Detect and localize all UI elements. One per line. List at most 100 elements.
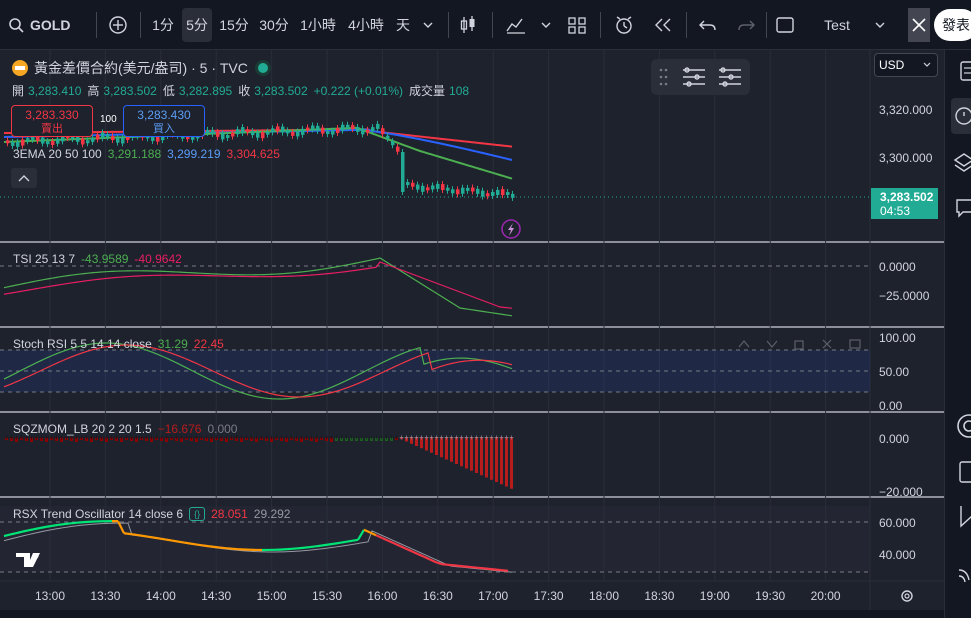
low-value: 3,282.895: [178, 83, 233, 98]
rsx-segment: [339, 540, 347, 544]
lightning-icon[interactable]: [501, 219, 521, 239]
broadcast-icon[interactable]: [958, 569, 970, 583]
object-tree-panel[interactable]: [651, 59, 750, 95]
candle: [221, 133, 225, 140]
replay-button[interactable]: [648, 8, 678, 42]
rsx-segment: [9, 532, 17, 536]
candle: [6, 140, 10, 144]
candle: [96, 134, 100, 140]
rsx-segment: [351, 538, 359, 542]
chart-type-button[interactable]: [454, 8, 482, 42]
candle: [111, 136, 115, 141]
buy-button[interactable]: 3,283.430 買入: [123, 105, 205, 137]
settings-icon[interactable]: [901, 590, 913, 602]
symbol-search-button[interactable]: GOLD: [8, 8, 70, 42]
chat-icon[interactable]: [956, 199, 971, 218]
indicators-button[interactable]: [500, 8, 532, 42]
rsx-segment: [195, 543, 203, 547]
layout-icon: [568, 17, 586, 34]
interval-1m[interactable]: 1分: [148, 8, 178, 42]
candle: [46, 141, 50, 145]
drawings-icon[interactable]: [683, 67, 705, 87]
rsx-segment: [483, 567, 491, 571]
source-code-icon[interactable]: {}: [189, 507, 206, 521]
interval-30m[interactable]: 30分: [256, 8, 292, 42]
sell-button[interactable]: 3,283.330 賣出: [11, 105, 93, 137]
sqz-bar: [470, 437, 473, 471]
rsx-segment: [189, 542, 197, 546]
candle: [241, 127, 245, 134]
interval-4h[interactable]: 4小時: [344, 8, 388, 42]
time-tick: 18:30: [644, 589, 674, 603]
candle: [76, 136, 80, 142]
pane-actions[interactable]: [738, 339, 861, 350]
interval-1h[interactable]: 1小時: [296, 8, 340, 42]
rsx-segment: [453, 564, 461, 568]
tsi-legend[interactable]: TSI 25 13 7 -43.9589 -40.9642: [13, 252, 182, 266]
stoch-legend[interactable]: Stoch RSI 5 5 14 14 close 31.29 22.45: [13, 337, 224, 351]
alert-button[interactable]: [608, 8, 640, 42]
watchlist-icon[interactable]: [960, 61, 971, 81]
clock-icon[interactable]: [951, 98, 971, 134]
main-pane[interactable]: [0, 50, 944, 242]
rsx-segment: [21, 529, 29, 533]
interval-dropdown[interactable]: [418, 8, 438, 42]
interval-1d[interactable]: 天: [392, 8, 414, 42]
candle: [21, 139, 25, 146]
right-sidebar: [944, 50, 971, 618]
rsx-segment: [219, 546, 227, 550]
interval-5m[interactable]: 5分: [182, 8, 212, 42]
chevron-down-icon: [423, 22, 433, 28]
sqz-bar: [495, 437, 498, 482]
close-icon: [912, 18, 926, 32]
low-label: 低: [162, 84, 175, 98]
close-button[interactable]: [908, 8, 930, 42]
stoch-tick: 100.00: [879, 331, 916, 345]
candle: [226, 135, 230, 139]
candle: [341, 124, 345, 131]
candle: [356, 126, 360, 132]
symbol-title: 黃金差價合約(美元/盎司) · 5 · TVC: [34, 60, 248, 76]
candle: [326, 131, 330, 135]
open-value: 3,283.410: [28, 83, 82, 98]
rsx-segment: [477, 566, 485, 570]
rsx-legend[interactable]: RSX Trend Oscillator 14 close 6 {} 28.05…: [13, 507, 290, 521]
countdown-value: 04:53: [880, 204, 911, 218]
rsx-segment: [129, 532, 137, 536]
chevron-down-icon: [541, 22, 551, 28]
layout-dropdown[interactable]: [870, 8, 890, 42]
candle: [246, 129, 250, 133]
currency-select[interactable]: USD: [874, 53, 938, 77]
ema-legend[interactable]: 3EMA 20 50 100 3,291.188 3,299.219 3,304…: [13, 147, 280, 161]
volume-label: 成交量: [409, 84, 446, 98]
add-symbol-button[interactable]: [104, 8, 132, 42]
candle: [256, 132, 260, 138]
layout-name[interactable]: Test: [816, 8, 858, 42]
interval-15m[interactable]: 15分: [216, 8, 252, 42]
rsx-tick: 60.000: [879, 516, 916, 530]
indicators-dropdown[interactable]: [536, 8, 556, 42]
symbol-legend[interactable]: 黃金差價合約(美元/盎司) · 5 · TVC: [12, 58, 268, 78]
collapse-legend-button[interactable]: [11, 168, 37, 188]
sqz-tick: 0.000: [879, 432, 909, 446]
candle: [446, 187, 450, 191]
rsx-segment: [441, 563, 449, 566]
rsx-segment: [147, 535, 155, 539]
calendar-icon[interactable]: [959, 461, 971, 483]
layers-icon[interactable]: [953, 153, 971, 172]
undo-button[interactable]: [694, 8, 722, 42]
object-tree-icon[interactable]: [719, 67, 741, 87]
redo-button[interactable]: [732, 8, 760, 42]
bookmark-icon[interactable]: [960, 506, 971, 528]
stoch-name: Stoch RSI 5 5 14 14 close: [13, 337, 152, 351]
rsx-segment: [465, 565, 473, 569]
help-icon[interactable]: [957, 414, 971, 438]
fullscreen-button[interactable]: [772, 8, 798, 42]
close-value: 3,283.502: [254, 83, 308, 98]
publish-button[interactable]: 發表: [934, 9, 971, 41]
stoch-d-value: 22.45: [193, 337, 224, 351]
layout-button[interactable]: [562, 8, 592, 42]
candle: [81, 138, 85, 145]
sqz-legend[interactable]: SQZMOM_LB 20 2 20 1.5 −16.676 0.000: [13, 422, 237, 436]
candle: [316, 125, 320, 131]
